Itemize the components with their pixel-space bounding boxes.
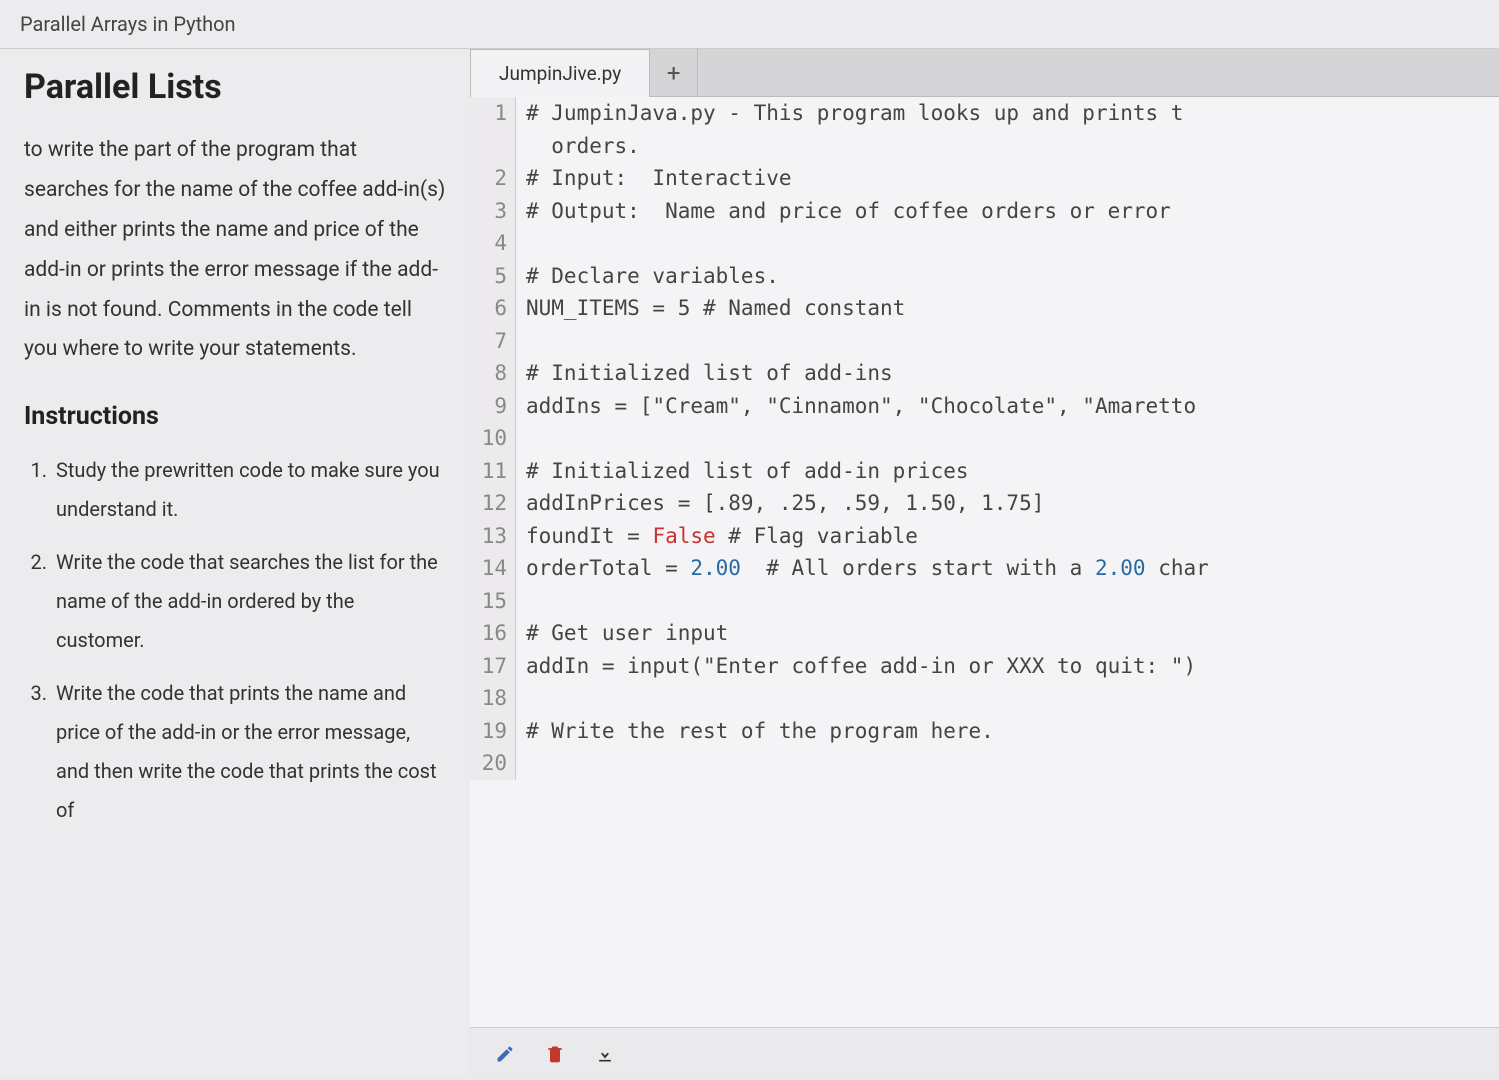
code-line[interactable] <box>526 747 1499 780</box>
line-number: 2 <box>470 162 507 195</box>
code-line[interactable]: # Initialized list of add-ins <box>526 357 1499 390</box>
plus-icon: + <box>667 59 681 87</box>
line-number: 20 <box>470 747 507 780</box>
line-number: 18 <box>470 682 507 715</box>
code-content[interactable]: # JumpinJava.py - This program looks up … <box>516 97 1499 780</box>
code-line[interactable]: # Get user input <box>526 617 1499 650</box>
line-number: 8 <box>470 357 507 390</box>
line-number: 1 <box>470 97 507 130</box>
code-line[interactable]: # Initialized list of add-in prices <box>526 455 1499 488</box>
code-line[interactable]: # Output: Name and price of coffee order… <box>526 195 1499 228</box>
line-number: 11 <box>470 455 507 488</box>
line-number-gutter: 1234567891011121314151617181920 <box>470 97 516 780</box>
line-number: 15 <box>470 585 507 618</box>
delete-icon[interactable] <box>544 1043 566 1065</box>
code-line[interactable] <box>526 422 1499 455</box>
code-line[interactable] <box>526 585 1499 618</box>
instructions-panel: Parallel Lists to write the part of the … <box>0 49 470 1079</box>
line-number: 7 <box>470 325 507 358</box>
code-line[interactable]: addIns = ["Cream", "Cinnamon", "Chocolat… <box>526 390 1499 423</box>
code-line[interactable]: NUM_ITEMS = 5 # Named constant <box>526 292 1499 325</box>
code-line[interactable]: # Declare variables. <box>526 260 1499 293</box>
page-title: Parallel Lists <box>24 67 446 107</box>
instructions-heading: Instructions <box>24 402 446 431</box>
breadcrumb-text: Parallel Arrays in Python <box>20 12 236 36</box>
line-number: 14 <box>470 552 507 585</box>
line-number: 10 <box>470 422 507 455</box>
code-editor[interactable]: 1234567891011121314151617181920 # Jumpin… <box>470 97 1499 1027</box>
code-line[interactable]: orderTotal = 2.00 # All orders start wit… <box>526 552 1499 585</box>
code-line[interactable] <box>526 227 1499 260</box>
line-number: 9 <box>470 390 507 423</box>
breadcrumb: Parallel Arrays in Python <box>0 0 1499 49</box>
line-number: 13 <box>470 520 507 553</box>
tab-label: JumpinJive.py <box>499 62 621 85</box>
code-line[interactable]: # JumpinJava.py - This program looks up … <box>526 97 1499 130</box>
code-line[interactable]: addIn = input("Enter coffee add-in or XX… <box>526 650 1499 683</box>
line-number: 17 <box>470 650 507 683</box>
line-number: 6 <box>470 292 507 325</box>
code-line[interactable]: foundIt = False # Flag variable <box>526 520 1499 553</box>
file-tab-active[interactable]: JumpinJive.py <box>470 49 650 97</box>
line-number <box>470 130 507 163</box>
code-line[interactable]: orders. <box>526 130 1499 163</box>
download-icon[interactable] <box>594 1043 616 1065</box>
edit-icon[interactable] <box>494 1043 516 1065</box>
code-line[interactable] <box>526 325 1499 358</box>
code-line[interactable] <box>526 682 1499 715</box>
main-container: Parallel Lists to write the part of the … <box>0 49 1499 1079</box>
editor-toolbar <box>470 1027 1499 1079</box>
description-text: to write the part of the program that se… <box>24 131 446 370</box>
instruction-item: Write the code that prints the name and … <box>52 674 446 830</box>
instruction-item: Write the code that searches the list fo… <box>52 543 446 660</box>
code-line[interactable]: # Write the rest of the program here. <box>526 715 1499 748</box>
instructions-list: Study the prewritten code to make sure y… <box>24 451 446 830</box>
line-number: 5 <box>470 260 507 293</box>
code-line[interactable]: addInPrices = [.89, .25, .59, 1.50, 1.75… <box>526 487 1499 520</box>
line-number: 16 <box>470 617 507 650</box>
line-number: 19 <box>470 715 507 748</box>
instruction-item: Study the prewritten code to make sure y… <box>52 451 446 529</box>
line-number: 4 <box>470 227 507 260</box>
tab-bar: JumpinJive.py + <box>470 49 1499 97</box>
editor-panel: JumpinJive.py + 123456789101112131415161… <box>470 49 1499 1079</box>
new-tab-button[interactable]: + <box>650 49 698 97</box>
line-number: 12 <box>470 487 507 520</box>
line-number: 3 <box>470 195 507 228</box>
code-line[interactable]: # Input: Interactive <box>526 162 1499 195</box>
